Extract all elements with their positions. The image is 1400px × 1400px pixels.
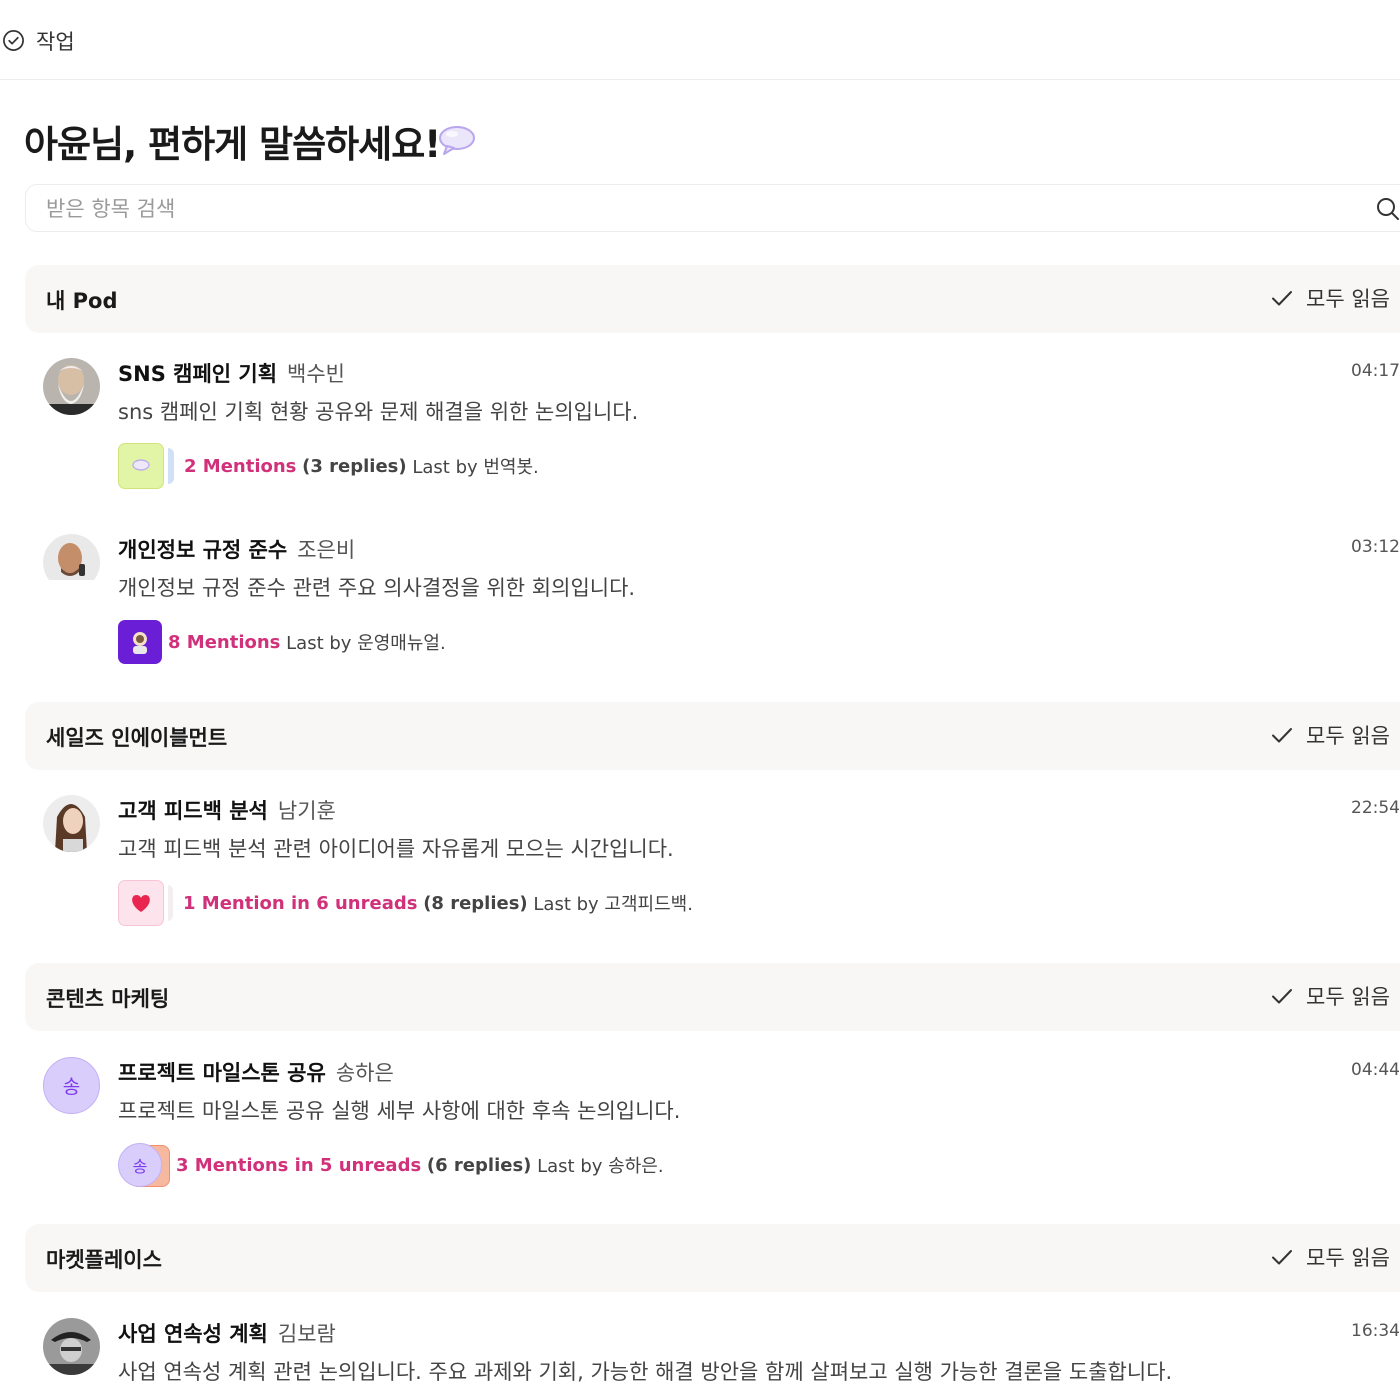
- search-input[interactable]: [44, 193, 1348, 225]
- last-by: Last by 번역봇.: [412, 457, 539, 478]
- thread-title-text: 프로젝트 마일스톤 공유: [118, 1061, 326, 1085]
- search-icon[interactable]: [1376, 197, 1400, 221]
- reply-count: (6 replies): [426, 1154, 532, 1176]
- mark-all-read-button[interactable]: 모두 읽음: [1270, 1242, 1390, 1272]
- avatar-initial: 송: [62, 1076, 81, 1098]
- section-title: 마켓플레이스: [46, 1248, 162, 1272]
- thread-item[interactable]: 송 프로젝트 마일스톤 공유 송하은 04:44 프로젝트 마일스톤 공유 실행 …: [0, 1057, 1400, 1227]
- thread-time: 22:54: [1351, 798, 1400, 818]
- avatar-chip: 송: [118, 1143, 162, 1187]
- thread-title: 프로젝트 마일스톤 공유 송하은: [118, 1057, 394, 1087]
- last-by: Last by 고객피드백.: [533, 894, 693, 915]
- thread-meta[interactable]: 2 Mentions (3 replies) Last by 번역봇.: [118, 443, 539, 489]
- section-header: 콘텐츠 마케팅 모두 읽음: [25, 963, 1400, 1031]
- search-box: [25, 184, 1400, 232]
- thread-item[interactable]: SNS 캠페인 기획 백수빈 04:17 sns 캠페인 기획 현황 공유와 문제…: [0, 358, 1400, 528]
- chip-stack-edge: [168, 885, 173, 921]
- thread-author: 송하은: [335, 1061, 394, 1085]
- mark-all-read-button[interactable]: 모두 읽음: [1270, 981, 1390, 1011]
- tasks-tab-label[interactable]: 작업: [36, 26, 75, 56]
- top-bar: 작업: [0, 0, 1400, 80]
- thread-description: 고객 피드백 분석 관련 아이디어를 자유롭게 모으는 시간입니다.: [118, 837, 674, 861]
- heart-chip-icon: [118, 880, 164, 926]
- mention-count: 1 Mention in 6 unreads: [183, 892, 418, 914]
- thread-author: 김보람: [277, 1322, 336, 1346]
- mark-all-read-button[interactable]: 모두 읽음: [1270, 283, 1390, 313]
- reply-count: (3 replies): [302, 455, 407, 477]
- speech-bubble-chip-icon: [118, 443, 164, 489]
- section-title: 콘텐츠 마케팅: [46, 987, 170, 1011]
- section-title: 내 Pod: [46, 289, 118, 313]
- mark-all-read-label: 모두 읽음: [1306, 1246, 1390, 1270]
- section-header: 세일즈 인에이블먼트 모두 읽음: [25, 702, 1400, 770]
- check-icon: [1272, 728, 1292, 743]
- thread-title-text: 사업 연속성 계획: [118, 1322, 268, 1346]
- thread-item[interactable]: 사업 연속성 계획 김보람 16:34 사업 연속성 계획 관련 논의입니다. 주…: [0, 1318, 1400, 1400]
- mention-count: 3 Mentions in 5 unreads: [176, 1154, 422, 1176]
- avatar-chip-stack: 송: [118, 1143, 170, 1187]
- speech-bubble-icon: [439, 126, 475, 155]
- thread-item[interactable]: 개인정보 규정 준수 조은비 03:12 개인정보 규정 준수 관련 주요 의사결…: [0, 534, 1400, 704]
- thread-title: 개인정보 규정 준수 조은비: [118, 534, 355, 564]
- thread-time: 03:12: [1351, 537, 1400, 557]
- avatar: [43, 1318, 100, 1375]
- mark-all-read-label: 모두 읽음: [1306, 287, 1390, 311]
- thread-time: 04:17: [1351, 361, 1400, 381]
- chip-stack-edge: [168, 448, 174, 484]
- thread-author: 조은비: [297, 538, 356, 562]
- mention-count: 2 Mentions: [184, 455, 297, 477]
- avatar: 송: [43, 1057, 100, 1114]
- thread-time: 04:44: [1351, 1060, 1400, 1080]
- thread-author: 백수빈: [287, 362, 346, 386]
- thread-description: sns 캠페인 기획 현황 공유와 문제 해결을 위한 논의입니다.: [118, 400, 639, 424]
- thread-title: 고객 피드백 분석 남기훈: [118, 795, 336, 825]
- last-by: Last by 운영매뉴얼.: [286, 633, 446, 654]
- thread-item[interactable]: 고객 피드백 분석 남기훈 22:54 고객 피드백 분석 관련 아이디어를 자유…: [0, 795, 1400, 965]
- mention-count: 8 Mentions: [168, 631, 281, 653]
- thread-description: 사업 연속성 계획 관련 논의입니다. 주요 과제와 기회, 가능한 해결 방안…: [118, 1360, 1173, 1384]
- thread-description: 개인정보 규정 준수 관련 주요 의사결정을 위한 회의입니다.: [118, 576, 636, 600]
- thread-title-text: SNS 캠페인 기획: [118, 362, 278, 386]
- thread-title: 사업 연속성 계획 김보람: [118, 1318, 336, 1348]
- section-title: 세일즈 인에이블먼트: [46, 726, 228, 750]
- thread-description: 프로젝트 마일스톤 공유 실행 세부 사항에 대한 후속 논의입니다.: [118, 1099, 681, 1123]
- section-header: 마켓플레이스 모두 읽음: [25, 1224, 1400, 1292]
- avatar: [43, 358, 100, 415]
- mark-all-read-button[interactable]: 모두 읽음: [1270, 720, 1390, 750]
- astronaut-chip-icon: [118, 620, 162, 664]
- thread-title-text: 고객 피드백 분석: [118, 799, 268, 823]
- check-icon: [1272, 291, 1292, 306]
- thread-meta[interactable]: 1 Mention in 6 unreads (8 replies) Last …: [118, 880, 693, 926]
- reply-count: (8 replies): [423, 892, 528, 914]
- thread-title-text: 개인정보 규정 준수: [118, 538, 288, 562]
- last-by: Last by 송하은.: [537, 1156, 664, 1177]
- avatar-chip-initial: 송: [132, 1157, 148, 1176]
- thread-title: SNS 캠페인 기획 백수빈: [118, 358, 345, 388]
- section-header: 내 Pod 모두 읽음: [25, 265, 1400, 333]
- thread-meta[interactable]: 8 Mentions Last by 운영매뉴얼.: [118, 620, 446, 664]
- thread-meta[interactable]: 송 3 Mentions in 5 unreads (6 replies) La…: [118, 1143, 664, 1187]
- mark-all-read-label: 모두 읽음: [1306, 724, 1390, 748]
- avatar: [43, 534, 100, 591]
- avatar: [43, 795, 100, 852]
- check-circle-icon: [3, 30, 24, 51]
- mark-all-read-label: 모두 읽음: [1306, 985, 1390, 1009]
- thread-time: 16:34: [1351, 1321, 1400, 1341]
- thread-author: 남기훈: [277, 799, 336, 823]
- check-icon: [1272, 1250, 1292, 1265]
- check-icon: [1272, 989, 1292, 1004]
- page-title: 아윤님, 편하게 말씀하세요!: [24, 123, 441, 166]
